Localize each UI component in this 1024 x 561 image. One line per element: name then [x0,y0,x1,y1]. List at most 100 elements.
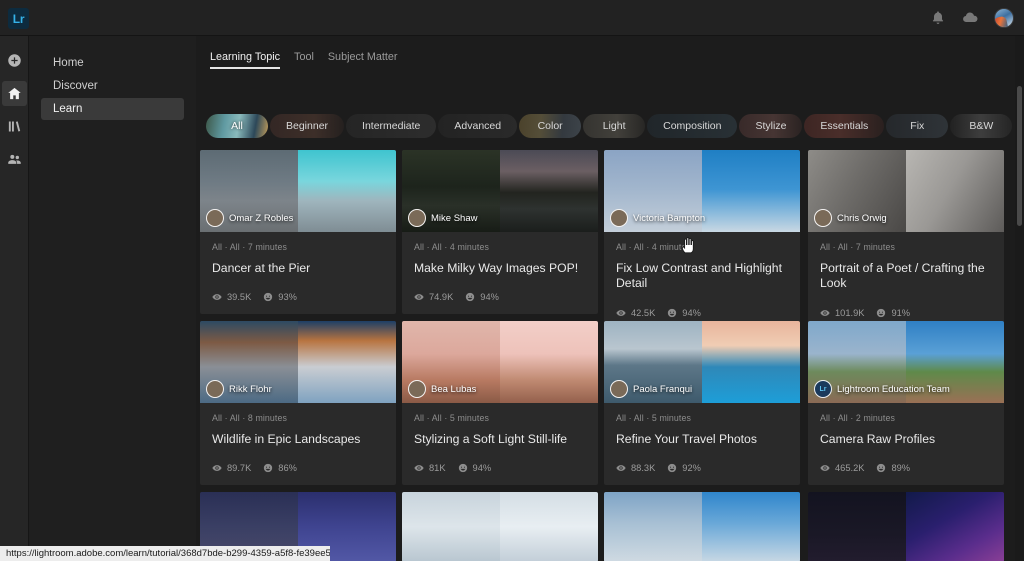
cloud-icon[interactable] [962,10,978,26]
filter-chip-all[interactable]: All [206,114,268,138]
tutorial-card[interactable] [402,492,598,561]
views-stat: 42.5K [616,308,655,318]
card-thumbnail[interactable]: Victoria Bampton [604,150,800,232]
sidebar-item-home[interactable]: Home [41,52,184,74]
filter-chip-advanced[interactable]: Advanced [438,114,518,138]
after-image [298,321,396,403]
tutorial-card[interactable] [604,492,800,561]
filter-chip-color[interactable]: Color [519,114,582,138]
card-stats: 81K 94% [414,463,586,473]
smiley-icon [466,293,475,302]
card-title[interactable]: Stylizing a Soft Light Still-life [414,432,586,447]
top-bar: Lr [0,0,1024,36]
filter-chip-stylize[interactable]: Stylize [739,114,803,138]
scrollbar-thumb[interactable] [1017,86,1022,226]
views-count: 74.9K [429,292,454,303]
top-bar-actions [930,0,1014,36]
card-thumbnail[interactable]: Mike Shaw [402,150,598,232]
filter-chip-light[interactable]: Light [583,114,646,138]
card-thumbnail[interactable] [604,492,800,561]
author-avatar [408,209,426,227]
tutorial-card[interactable]: Chris Orwig All · All · 7 minutes Portrait… [808,150,1004,330]
filter-chip-bw[interactable]: B&W [950,114,1013,138]
card-author: Lr Lightroom Education Team [814,380,950,398]
card-body: All · All · 5 minutes Refine Your Travel … [604,403,800,485]
filter-chip-composition[interactable]: Composition [647,114,738,138]
card-stats: 89.7K 86% [212,463,384,473]
author-name: Chris Orwig [837,212,887,224]
tutorial-card[interactable]: Paola Franqui All · All · 5 minutes Refine… [604,321,800,486]
card-title[interactable]: Make Milky Way Images POP! [414,261,586,276]
avatar[interactable] [994,8,1014,28]
rating-stat: 89% [876,463,910,473]
rail-item-shared[interactable] [2,147,27,172]
filter-chip-beginner[interactable]: Beginner [270,114,345,138]
card-title[interactable]: Refine Your Travel Photos [616,432,788,447]
card-body: All · All · 5 minutes Stylizing a Soft Li… [402,403,598,485]
card-meta: All · All · 4 minutes [414,242,489,252]
rating-percent: 92% [682,463,701,474]
card-title[interactable]: Dancer at the Pier [212,261,384,276]
tutorial-card[interactable]: Victoria Bampton All · All · 4 minutes Fix… [604,150,800,330]
author-name: Lightroom Education Team [837,383,950,395]
after-image [298,150,396,232]
tutorial-card[interactable]: Lr Lightroom Education Team All · All · 2 … [808,321,1004,486]
card-author: Mike Shaw [408,209,477,227]
card-thumbnail[interactable] [808,492,1004,561]
views-count: 81K [429,463,446,474]
card-thumbnail[interactable]: Lr Lightroom Education Team [808,321,1004,403]
tutorial-card[interactable]: Omar Z Robles All · All · 7 minutes Dancer… [200,150,396,315]
filter-chip-fix[interactable]: Fix [886,114,949,138]
filter-chip-intermediate[interactable]: Intermediate [346,114,437,138]
views-count: 42.5K [631,307,656,318]
rating-percent: 94% [682,307,701,318]
lightroom-logo[interactable]: Lr [8,8,29,29]
before-image [808,492,906,561]
tab-tool[interactable]: Tool [294,51,314,69]
card-thumbnail[interactable]: Bea Lubas [402,321,598,403]
rail-item-learn-library[interactable] [2,114,27,139]
card-thumbnail[interactable] [402,492,598,561]
author-avatar: Lr [814,380,832,398]
author-name: Omar Z Robles [229,212,294,224]
views-count: 39.5K [227,292,252,303]
rating-stat: 94% [458,463,491,473]
tutorial-card[interactable]: Mike Shaw All · All · 4 minutes Make Milky… [402,150,598,315]
sidebar-item-discover[interactable]: Discover [41,75,184,97]
card-stats: 465.2K 89% [820,463,992,473]
tutorial-card[interactable]: Bea Lubas All · All · 5 minutes Stylizing … [402,321,598,486]
tab-subject-matter[interactable]: Subject Matter [328,51,398,69]
card-meta: All · All · 4 minutes [616,242,691,252]
card-body: All · All · 7 minutes Dancer at the Pier 3… [200,232,396,314]
card-thumbnail[interactable]: Omar Z Robles [200,150,396,232]
card-author: Victoria Bampton [610,209,705,227]
rating-stat: 92% [667,463,701,473]
tab-learning-topic[interactable]: Learning Topic [210,51,281,69]
after-image [500,150,598,232]
rail-item-home[interactable] [1,81,27,106]
card-meta: All · All · 5 minutes [616,413,691,423]
card-title[interactable]: Portrait of a Poet / Crafting the Look [820,261,992,292]
bell-icon[interactable] [930,10,946,26]
card-thumbnail[interactable]: Paola Franqui [604,321,800,403]
card-title[interactable]: Camera Raw Profiles [820,432,992,447]
sidebar-item-learn[interactable]: Learn [41,98,184,120]
card-author: Chris Orwig [814,209,887,227]
tutorial-card[interactable] [808,492,1004,561]
before-image [604,492,702,561]
rail-item-add-photos[interactable] [2,48,27,73]
eye-icon [414,465,424,472]
smiley-icon [877,308,886,317]
filter-chip-essentials[interactable]: Essentials [804,114,885,138]
smiley-icon [668,464,677,473]
card-title[interactable]: Fix Low Contrast and Highlight Detail [616,261,788,292]
before-image [402,492,500,561]
tutorial-card[interactable]: Rikk Flohr All · All · 8 minutes Wildlife … [200,321,396,486]
page-scrollbar[interactable] [1015,36,1024,561]
rating-stat: 86% [263,463,297,473]
card-author: Paola Franqui [610,380,692,398]
author-avatar [408,380,426,398]
card-title[interactable]: Wildlife in Epic Landscapes [212,432,384,447]
card-thumbnail[interactable]: Chris Orwig [808,150,1004,232]
card-thumbnail[interactable]: Rikk Flohr [200,321,396,403]
